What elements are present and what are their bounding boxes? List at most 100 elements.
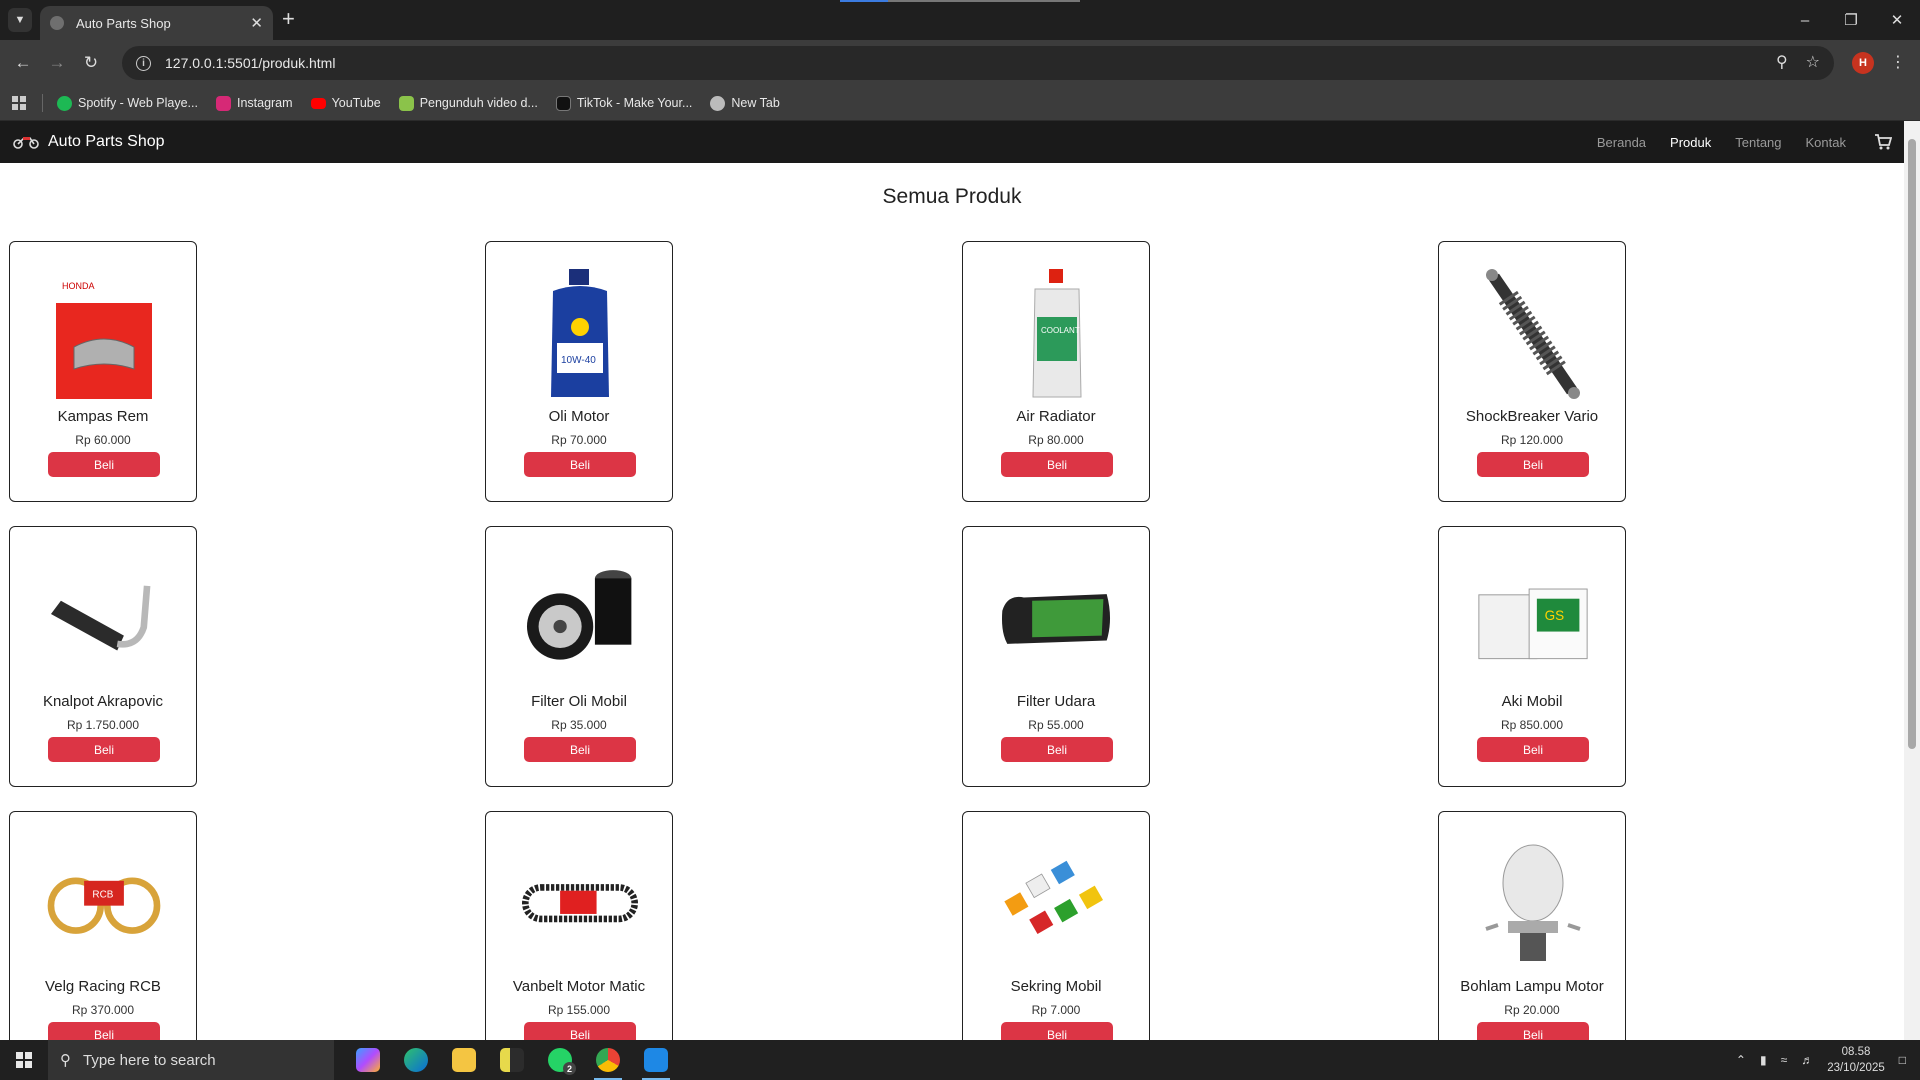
address-text[interactable]: 127.0.0.1:5501/produk.html [165, 55, 335, 71]
motor-oil-image: 10W-40 [522, 264, 638, 404]
volume-icon[interactable]: ♬ [1801, 1053, 1813, 1067]
buy-button[interactable]: Beli [1477, 1022, 1589, 1040]
windows-taskbar: ⚲ Type here to search 2 ⌃ ▮ ≈ ♬ 08.58 23… [0, 1040, 1920, 1080]
tiktok-icon [555, 95, 571, 111]
scrollbar-thumb[interactable] [1908, 139, 1916, 749]
bookmark-spotify[interactable]: Spotify - Web Playe... [57, 95, 198, 111]
vscode-app[interactable] [632, 1040, 680, 1080]
nav-link-tentang[interactable]: Tentang [1735, 135, 1781, 150]
buy-button[interactable]: Beli [1001, 737, 1113, 762]
sticky-notes-icon [500, 1048, 524, 1072]
zoom-icon[interactable]: ⚲ [1776, 52, 1788, 72]
close-window-icon[interactable]: ✕ [1874, 0, 1920, 40]
wifi-icon[interactable]: ≈ [1781, 1053, 1788, 1067]
chrome-app[interactable] [584, 1040, 632, 1080]
clock-time: 08.58 [1841, 1046, 1871, 1058]
product-name: ShockBreaker Vario [1465, 408, 1599, 425]
cart-icon[interactable] [1874, 134, 1892, 150]
product-card: Bohlam Lampu Motor Rp 20.000 Beli [1438, 811, 1626, 1040]
main-content: Semua Produk HONDA Kampas Rem Rp 60.000 Bel… [0, 163, 1904, 1040]
clock[interactable]: 08.58 23/10/2025 [1827, 1044, 1885, 1076]
buy-button[interactable]: Beli [524, 737, 636, 762]
new-tab-button[interactable]: + [282, 7, 295, 31]
exhaust-image [46, 549, 162, 689]
whatsapp-app[interactable]: 2 [536, 1040, 584, 1080]
headlight-bulb-image [1475, 834, 1591, 974]
tab-strip-highlight [840, 0, 1080, 2]
browser-menu-icon[interactable]: ⋮ [1890, 52, 1906, 72]
product-name: Oli Motor [548, 408, 610, 425]
buy-button[interactable]: Beli [1001, 452, 1113, 477]
buy-button[interactable]: Beli [524, 1022, 636, 1040]
product-card: Vanbelt Motor Matic Rp 155.000 Beli [485, 811, 673, 1040]
globe-icon [50, 16, 64, 30]
youtube-icon [310, 97, 326, 109]
back-arrow-icon[interactable]: ← [10, 50, 36, 76]
address-bar[interactable]: i 127.0.0.1:5501/produk.html ⚲ ☆ [122, 46, 1834, 80]
bookmark-downloader[interactable]: Pengunduh video d... [398, 95, 538, 111]
start-button[interactable] [0, 1040, 48, 1080]
bookmark-tiktok[interactable]: TikTok - Make Your... [555, 95, 692, 111]
site-info-icon[interactable]: i [136, 55, 151, 71]
tab-auto-parts-shop[interactable]: Auto Parts Shop ✕ [40, 6, 273, 40]
file-explorer-app[interactable] [440, 1040, 488, 1080]
svg-text:COOLANT: COOLANT [1041, 326, 1080, 335]
minimize-icon[interactable]: – [1782, 0, 1828, 40]
air-filter-image [999, 549, 1115, 689]
clock-date: 23/10/2025 [1827, 1062, 1885, 1074]
battery-icon[interactable]: ▮ [1760, 1053, 1767, 1067]
bookmark-new-tab[interactable]: New Tab [710, 95, 780, 111]
product-price: Rp 1.750.000 [66, 718, 140, 732]
nav-link-kontak[interactable]: Kontak [1806, 135, 1846, 150]
bookmark-star-icon[interactable]: ☆ [1806, 52, 1820, 72]
buy-button[interactable]: Beli [524, 452, 636, 477]
nav-link-beranda[interactable]: Beranda [1597, 135, 1646, 150]
restore-icon[interactable]: ❐ [1828, 0, 1874, 40]
nav-links: Beranda Produk Tentang Kontak [1597, 134, 1892, 150]
tab-search-button[interactable]: ▼ [8, 8, 32, 32]
bookmark-youtube[interactable]: YouTube [310, 96, 381, 110]
product-price: Rp 155.000 [547, 1003, 611, 1017]
profile-avatar[interactable]: H [1852, 52, 1874, 74]
copilot-app[interactable] [344, 1040, 392, 1080]
close-icon[interactable]: ✕ [250, 14, 263, 32]
buy-button[interactable]: Beli [48, 1022, 160, 1040]
product-price: Rp 20.000 [1504, 1003, 1560, 1017]
forward-arrow-icon[interactable]: → [44, 50, 70, 76]
svg-text:10W-40: 10W-40 [561, 355, 596, 366]
edge-app[interactable] [392, 1040, 440, 1080]
racing-wheel-image: RCB [46, 834, 162, 974]
notification-icon[interactable]: □ [1899, 1053, 1906, 1067]
buy-button[interactable]: Beli [1477, 737, 1589, 762]
sticky-notes-app[interactable] [488, 1040, 536, 1080]
buy-button[interactable]: Beli [1001, 1022, 1113, 1040]
fuse-image [999, 834, 1115, 974]
brand-name: Auto Parts Shop [48, 133, 165, 150]
reload-icon[interactable]: ↻ [78, 50, 104, 76]
product-card: Knalpot Akrapovic Rp 1.750.000 Beli [9, 526, 197, 787]
svg-text:HONDA: HONDA [62, 281, 95, 291]
download-icon [398, 95, 414, 111]
site-brand[interactable]: Auto Parts Shop [12, 133, 165, 151]
svg-text:RCB: RCB [92, 889, 113, 900]
page-scrollbar[interactable] [1904, 121, 1920, 1040]
product-price: Rp 120.000 [1500, 433, 1564, 447]
car-battery-image: GS [1475, 549, 1591, 689]
bookmark-label: New Tab [731, 96, 780, 110]
product-name: Air Radiator [1016, 408, 1096, 425]
taskbar-search[interactable]: ⚲ Type here to search [48, 1040, 334, 1080]
nav-link-produk[interactable]: Produk [1670, 135, 1711, 150]
buy-button[interactable]: Beli [1477, 452, 1589, 477]
bookmark-label: Instagram [236, 96, 293, 110]
windows-logo-icon [16, 1052, 32, 1068]
motorcycle-icon [13, 137, 39, 149]
folder-icon [452, 1048, 476, 1072]
apps-grid-icon[interactable] [12, 96, 26, 110]
product-card: Sekring Mobil Rp 7.000 Beli [962, 811, 1150, 1040]
chevron-up-icon[interactable]: ⌃ [1736, 1053, 1746, 1067]
product-name: Kampas Rem [57, 408, 149, 425]
buy-button[interactable]: Beli [48, 737, 160, 762]
taskbar-apps: 2 [344, 1040, 680, 1080]
bookmark-instagram[interactable]: Instagram [215, 95, 293, 111]
buy-button[interactable]: Beli [48, 452, 160, 477]
